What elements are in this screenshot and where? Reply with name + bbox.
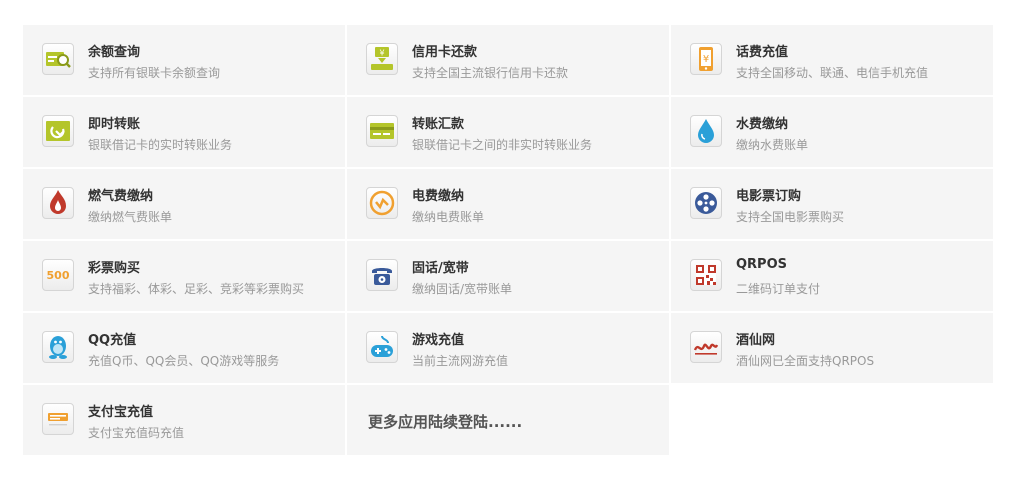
service-title: 转账汇款 (412, 117, 465, 132)
svg-text:500: 500 (47, 269, 70, 282)
service-desc: 二维码订单支付 (736, 282, 821, 296)
gamepad-icon (366, 331, 398, 363)
service-tile-gas[interactable]: 燃气费缴纳 缴纳燃气费账单 (23, 169, 345, 239)
service-title: 信用卡还款 (412, 45, 478, 60)
service-desc: 银联借记卡之间的非实时转账业务 (412, 138, 593, 152)
service-desc: 缴纳固话/宽带账单 (412, 282, 513, 296)
service-title: 话费充值 (736, 45, 789, 60)
credit-card-repay-icon: ¥ (366, 43, 398, 75)
phone-recharge-icon: ¥ (690, 43, 722, 75)
service-tile-qq[interactable]: QQ充值 充值Q币、QQ会员、QQ游戏等服务 (23, 313, 345, 383)
service-desc: 支持全国主流银行信用卡还款 (412, 66, 569, 80)
lottery-500-icon: 500 (42, 259, 74, 291)
service-tile-jiuxian[interactable]: 酒仙网 酒仙网已全面支持QRPOS (671, 313, 993, 383)
service-tile-phone-recharge[interactable]: ¥ 话费充值 支持全国移动、联通、电信手机充值 (671, 25, 993, 95)
service-title: 彩票购买 (88, 261, 141, 276)
gas-flame-icon (42, 187, 74, 219)
service-title: 固话/宽带 (412, 261, 469, 276)
svg-text:¥: ¥ (379, 49, 384, 58)
service-title: 即时转账 (88, 117, 141, 132)
service-tile-water[interactable]: 水费缴纳 缴纳水费账单 (671, 97, 993, 167)
qr-code-icon (690, 259, 722, 291)
service-desc: 支付宝充值码充值 (88, 426, 185, 440)
service-desc: 酒仙网已全面支持QRPOS (736, 354, 875, 368)
balance-search-icon (42, 43, 74, 75)
services-grid: 余额查询 支持所有银联卡余额查询 ¥ 信用卡还款 支持全国主流银行信用卡还款 ¥… (23, 25, 993, 455)
service-tile-balance[interactable]: 余额查询 支持所有银联卡余额查询 (23, 25, 345, 95)
service-desc: 支持所有银联卡余额查询 (88, 66, 221, 80)
service-title: 燃气费缴纳 (88, 189, 154, 204)
service-tile-alipay[interactable]: 支付宝充值 支付宝充值码充值 (23, 385, 345, 455)
service-title: QQ充值 (88, 333, 137, 348)
jiuxian-logo-icon (690, 331, 722, 363)
service-desc: 银联借记卡的实时转账业务 (88, 138, 233, 152)
service-desc: 支持全国电影票购买 (736, 210, 845, 224)
service-title: 游戏充值 (412, 333, 465, 348)
telephone-icon (366, 259, 398, 291)
more-apps-text: 更多应用陆续登陆...... (368, 413, 523, 431)
service-tile-movie[interactable]: 电影票订购 支持全国电影票购买 (671, 169, 993, 239)
service-desc: 缴纳燃气费账单 (88, 210, 173, 224)
service-tile-game[interactable]: 游戏充值 当前主流网游充值 (347, 313, 669, 383)
service-tile-instant-transfer[interactable]: 即时转账 银联借记卡的实时转账业务 (23, 97, 345, 167)
service-tile-credit-card[interactable]: ¥ 信用卡还款 支持全国主流银行信用卡还款 (347, 25, 669, 95)
service-desc: 缴纳水费账单 (736, 138, 809, 152)
remittance-icon (366, 115, 398, 147)
service-tile-lottery[interactable]: 500 彩票购买 支持福彩、体彩、足彩、竞彩等彩票购买 (23, 241, 345, 311)
service-desc: 支持福彩、体彩、足彩、竞彩等彩票购买 (88, 282, 305, 296)
water-drop-icon (690, 115, 722, 147)
instant-transfer-icon (42, 115, 74, 147)
service-title: 电费缴纳 (412, 189, 465, 204)
electricity-icon (366, 187, 398, 219)
service-title: 余额查询 (88, 45, 141, 60)
svg-text:¥: ¥ (703, 54, 709, 65)
film-reel-icon (690, 187, 722, 219)
service-desc: 缴纳电费账单 (412, 210, 485, 224)
qq-penguin-icon (42, 331, 74, 363)
more-apps-tile: 更多应用陆续登陆...... (347, 385, 669, 455)
service-title: 电影票订购 (736, 189, 802, 204)
service-tile-qrpos[interactable]: QRPOS 二维码订单支付 (671, 241, 993, 311)
service-tile-remittance[interactable]: 转账汇款 银联借记卡之间的非实时转账业务 (347, 97, 669, 167)
service-desc: 充值Q币、QQ会员、QQ游戏等服务 (88, 354, 280, 368)
service-desc: 当前主流网游充值 (412, 354, 509, 368)
service-title: 支付宝充值 (88, 405, 154, 420)
service-tile-electricity[interactable]: 电费缴纳 缴纳电费账单 (347, 169, 669, 239)
service-title: QRPOS (736, 257, 788, 272)
service-title: 水费缴纳 (736, 117, 789, 132)
service-title: 酒仙网 (736, 333, 776, 348)
service-tile-landline[interactable]: 固话/宽带 缴纳固话/宽带账单 (347, 241, 669, 311)
alipay-logo-icon (42, 403, 74, 435)
service-desc: 支持全国移动、联通、电信手机充值 (736, 66, 929, 80)
